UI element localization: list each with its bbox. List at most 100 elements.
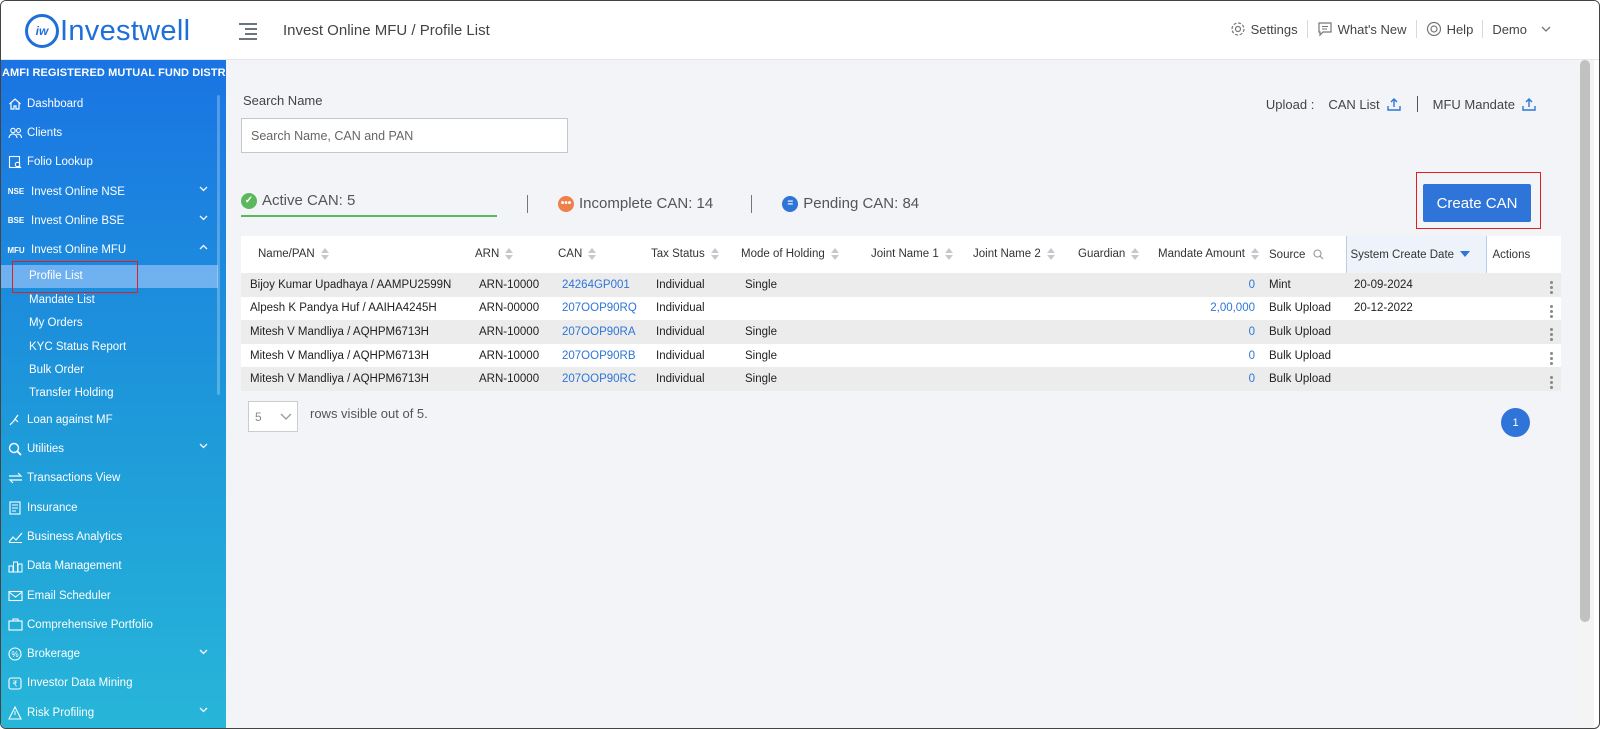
row-actions-menu[interactable] bbox=[1486, 296, 1561, 321]
sidebar-item-label: Utilities bbox=[27, 443, 65, 456]
tab-divider bbox=[751, 194, 753, 213]
row-actions-menu[interactable] bbox=[1486, 273, 1561, 297]
search-input[interactable] bbox=[241, 118, 568, 153]
table-row[interactable]: Mitesh V Mandliya / AQHPM6713H ARN-10000… bbox=[241, 320, 1561, 344]
tab-active-can[interactable]: ✓ Active CAN: 5 bbox=[241, 190, 497, 217]
svg-text:₹: ₹ bbox=[12, 679, 17, 688]
sidebar-item-invest-online-nse[interactable]: NSE Invest Online NSE bbox=[1, 177, 226, 206]
scrollbar-thumb[interactable] bbox=[1580, 60, 1590, 622]
sidebar-item-label: Risk Profiling bbox=[27, 706, 95, 719]
cell-tax-status: Individual bbox=[647, 343, 733, 368]
sidebar-item-loan-against-mf[interactable]: Loan against MF bbox=[1, 405, 226, 434]
help-link[interactable]: Help bbox=[1417, 20, 1484, 38]
sidebar-item-label: Clients bbox=[27, 126, 63, 139]
sidebar-item-invest-online-bse[interactable]: BSE Invest Online BSE bbox=[1, 206, 226, 235]
search-icon[interactable] bbox=[1313, 249, 1324, 260]
column-header-joint-name-2[interactable]: Joint Name 2 bbox=[959, 236, 1064, 273]
upload-can-list-link[interactable]: CAN List bbox=[1328, 97, 1401, 112]
sidebar-item-insurance[interactable]: Insurance bbox=[1, 493, 226, 522]
cell-mandate-amount[interactable]: 0 bbox=[1153, 343, 1263, 368]
sidebar-item-comprehensive-portfolio[interactable]: Comprehensive Portfolio bbox=[1, 610, 226, 639]
sidebar-subitem-kyc-status-report[interactable]: KYC Status Report bbox=[1, 335, 226, 358]
sidebar-item-brokerage[interactable]: % Brokerage bbox=[1, 640, 226, 669]
sidebar-item-dashboard[interactable]: Dashboard bbox=[1, 89, 226, 118]
cell-name-pan: Mitesh V Mandliya / AQHPM6713H bbox=[241, 320, 466, 344]
sidebar-item-email-scheduler[interactable]: Email Scheduler bbox=[1, 581, 226, 610]
cell-mandate-amount[interactable]: 2,00,000 bbox=[1153, 296, 1263, 321]
menu-toggle-icon[interactable] bbox=[239, 23, 259, 40]
sidebar-item-clients[interactable]: Clients bbox=[1, 118, 226, 147]
sidebar-subitem-transfer-holding[interactable]: Transfer Holding bbox=[1, 382, 226, 405]
user-menu[interactable]: Demo bbox=[1483, 20, 1565, 38]
cell-can-link[interactable]: 207OOP90RQ bbox=[548, 296, 647, 321]
cell-mandate-amount[interactable]: 0 bbox=[1153, 367, 1263, 391]
cell-can-link[interactable]: 24264GP001 bbox=[548, 273, 647, 297]
sidebar-item-label: Data Management bbox=[27, 560, 122, 573]
more-vertical-icon bbox=[1550, 304, 1553, 318]
column-header-joint-name-1[interactable]: Joint Name 1 bbox=[857, 236, 959, 273]
column-header-tax-status[interactable]: Tax Status bbox=[647, 236, 733, 273]
sidebar-item-transactions-view[interactable]: Transactions View bbox=[1, 464, 226, 493]
sort-icon bbox=[505, 248, 514, 261]
sidebar-item-risk-profiling[interactable]: Risk Profiling bbox=[1, 698, 226, 727]
chevron-down-icon bbox=[199, 649, 208, 654]
cell-source: Bulk Upload bbox=[1263, 296, 1346, 321]
portfolio-icon bbox=[7, 617, 23, 633]
chevron-up-icon bbox=[199, 245, 208, 250]
tab-pending-can[interactable]: = Pending CAN: 84 bbox=[782, 191, 919, 217]
mfu-mandate-label: MFU Mandate bbox=[1432, 96, 1515, 112]
more-vertical-icon bbox=[1550, 352, 1553, 366]
cell-joint-name-2 bbox=[959, 320, 1064, 344]
column-header-name-pan[interactable]: Name/PAN bbox=[241, 236, 466, 273]
sidebar-item-investor-data-mining[interactable]: ₹ Investor Data Mining bbox=[1, 669, 226, 698]
settings-link[interactable]: Settings bbox=[1221, 20, 1308, 38]
cell-can-link[interactable]: 207OOP90RA bbox=[548, 320, 647, 344]
column-header-guardian[interactable]: Guardian bbox=[1064, 236, 1153, 273]
investwell-logo[interactable]: iw Investwell bbox=[25, 14, 190, 48]
sidebar-subitem-my-orders[interactable]: My Orders bbox=[1, 312, 226, 335]
sidebar-item-data-management[interactable]: Data Management bbox=[1, 552, 226, 581]
row-actions-menu[interactable] bbox=[1486, 343, 1561, 368]
cell-mandate-amount[interactable]: 0 bbox=[1153, 273, 1263, 297]
column-header-source[interactable]: Source bbox=[1263, 236, 1346, 273]
column-header-arn[interactable]: ARN bbox=[466, 236, 548, 273]
sidebar-scrollbar[interactable] bbox=[217, 95, 220, 395]
whats-new-link[interactable]: What's New bbox=[1308, 20, 1417, 38]
cell-joint-name-1 bbox=[857, 273, 959, 297]
help-label: Help bbox=[1446, 21, 1474, 37]
page-size-select[interactable]: 5 bbox=[248, 401, 298, 432]
column-header-system-create-date[interactable]: System Create Date bbox=[1345, 236, 1487, 273]
table-row[interactable]: Mitesh V Mandliya / AQHPM6713H ARN-10000… bbox=[241, 367, 1561, 391]
check-icon: ✓ bbox=[241, 192, 257, 209]
table-row[interactable]: Mitesh V Mandliya / AQHPM6713H ARN-10000… bbox=[241, 343, 1561, 368]
cell-mandate-amount[interactable]: 0 bbox=[1153, 320, 1263, 344]
page-scrollbar[interactable] bbox=[1576, 60, 1594, 728]
cell-name-pan: Mitesh V Mandliya / AQHPM6713H bbox=[241, 343, 466, 368]
tab-divider bbox=[527, 194, 528, 213]
logo-text: Investwell bbox=[60, 14, 191, 47]
column-header-mandate-amount[interactable]: Mandate Amount bbox=[1153, 236, 1263, 273]
message-icon bbox=[1318, 22, 1332, 37]
tab-incomplete-can[interactable]: ••• Incomplete CAN: 14 bbox=[558, 191, 713, 217]
cell-can-link[interactable]: 207OOP90RB bbox=[548, 343, 647, 368]
sidebar-subitem-bulk-order[interactable]: Bulk Order bbox=[1, 358, 226, 381]
sidebar-item-label: Invest Online NSE bbox=[31, 185, 125, 198]
page-button-1[interactable]: 1 bbox=[1501, 408, 1530, 437]
sidebar-item-label: Folio Lookup bbox=[27, 156, 93, 169]
sidebar-item-utilities[interactable]: Utilities bbox=[1, 434, 226, 463]
row-actions-menu[interactable] bbox=[1486, 320, 1561, 344]
transactions-icon bbox=[7, 470, 23, 486]
column-header-can[interactable]: CAN bbox=[548, 236, 647, 273]
table-row[interactable]: Bijoy Kumar Upadhaya / AAMPU2599N ARN-10… bbox=[241, 273, 1561, 297]
cell-can-link[interactable]: 207OOP90RC bbox=[548, 367, 647, 391]
table-row[interactable]: Alpesh K Pandya Huf / AAIHA4245H ARN-000… bbox=[241, 296, 1561, 321]
sidebar-item-folio-lookup[interactable]: Folio Lookup bbox=[1, 148, 226, 177]
svg-text:%: % bbox=[11, 650, 18, 659]
sidebar-item-business-analytics[interactable]: Business Analytics bbox=[1, 522, 226, 551]
cell-joint-name-2 bbox=[959, 296, 1064, 321]
upload-icon bbox=[1386, 97, 1401, 111]
cell-mode-of-holding: Single bbox=[733, 367, 857, 391]
row-actions-menu[interactable] bbox=[1486, 367, 1561, 391]
upload-mfu-mandate-link[interactable]: MFU Mandate bbox=[1433, 97, 1536, 112]
column-header-mode-of-holding[interactable]: Mode of Holding bbox=[733, 236, 857, 273]
